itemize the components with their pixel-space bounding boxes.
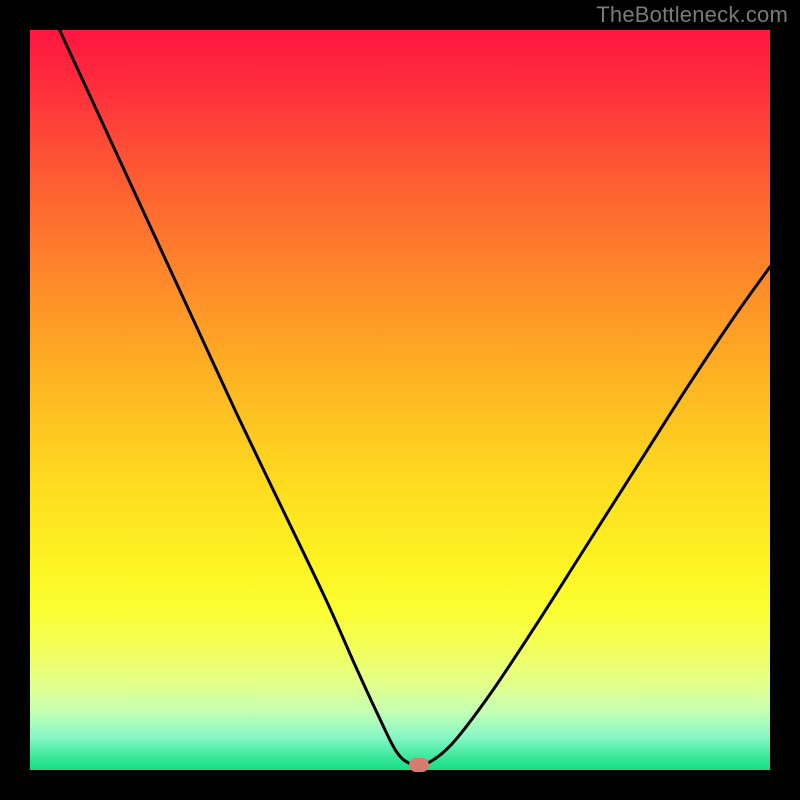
plot-area (30, 30, 770, 770)
curve-svg (30, 30, 770, 770)
bottleneck-curve (60, 30, 770, 766)
watermark-text: TheBottleneck.com (596, 2, 788, 28)
chart-container: TheBottleneck.com (0, 0, 800, 800)
optimum-marker (409, 758, 429, 772)
